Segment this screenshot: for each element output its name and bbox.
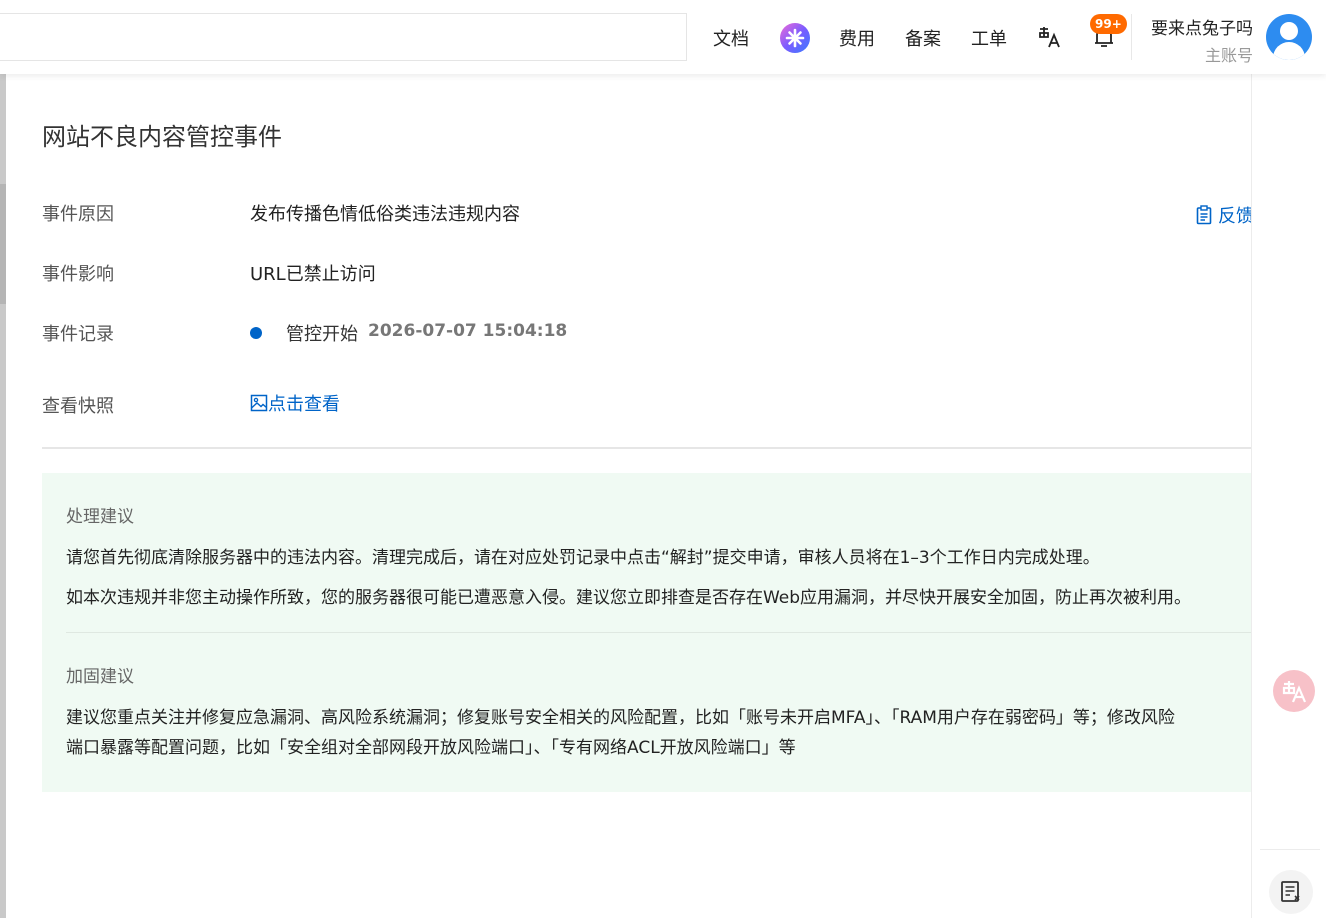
- avatar[interactable]: [1266, 14, 1312, 60]
- handling-advice-paragraph-1: 请您首先彻底清除服务器中的违法内容。清理完成后，请在对应处罚记录中点击“解封”提…: [66, 548, 1100, 568]
- record-event: 管控开始: [286, 324, 358, 345]
- document-list-icon[interactable]: [1269, 870, 1313, 914]
- nav-docs[interactable]: 文档: [713, 25, 749, 51]
- impact-label: 事件影响: [42, 264, 114, 285]
- timeline-dot: [250, 327, 262, 339]
- right-tool-rail: [1251, 74, 1326, 918]
- feedback-label: 反馈: [1218, 206, 1251, 227]
- nav-tickets[interactable]: 工单: [971, 25, 1007, 51]
- rail-divider: [1260, 849, 1320, 850]
- search-input[interactable]: [0, 13, 687, 61]
- handling-advice-paragraph-2: 如本次违规并非您主动操作所致，您的服务器很可能已遭恶意入侵。建议您立即排查是否存…: [66, 588, 1192, 608]
- image-icon: [250, 394, 268, 412]
- hardening-advice-line-1: 建议您重点关注并修复应急漏洞、高风险系统漏洞；修复账号安全相关的风险配置，比如「…: [66, 708, 1175, 728]
- hardening-advice-line-2: 端口暴露等配置问题，比如「安全组对全部网段开放风险端口」、「专有网络ACL开放风…: [66, 738, 796, 758]
- advice-box: 处理建议 请您首先彻底清除服务器中的违法内容。清理完成后，请在对应处罚记录中点击…: [42, 473, 1251, 792]
- header-divider: [1131, 14, 1132, 60]
- nav-icp-filing[interactable]: 备案: [905, 25, 941, 51]
- handling-advice-title: 处理建议: [66, 507, 134, 527]
- clipboard-icon: [1196, 205, 1212, 225]
- event-detail-panel: 网站不良内容管控事件 事件原因 发布传播色情低俗类违法违规内容 反馈 事件影响 …: [6, 74, 1251, 918]
- top-navigation-bar: 文档 费用 备案 工单 99+ 要来点兔子吗 主账号: [0, 0, 1326, 74]
- record-label: 事件记录: [42, 324, 114, 345]
- hardening-advice-title: 加固建议: [66, 667, 134, 687]
- reason-value: 发布传播色情低俗类违法违规内容: [250, 204, 520, 225]
- page-title: 网站不良内容管控事件: [42, 123, 282, 151]
- nav-billing[interactable]: 费用: [839, 25, 875, 51]
- translate-float-icon[interactable]: [1273, 670, 1315, 712]
- reason-label: 事件原因: [42, 204, 114, 225]
- feedback-button[interactable]: 反馈: [1196, 202, 1251, 228]
- view-snapshot-link[interactable]: 点击查看: [250, 390, 340, 416]
- snapshot-label: 查看快照: [42, 396, 114, 417]
- account-name[interactable]: 要来点兔子吗: [1151, 14, 1253, 39]
- advice-divider: [66, 632, 1251, 633]
- language-switch-icon[interactable]: [1037, 24, 1063, 50]
- account-role: 主账号: [1204, 46, 1253, 65]
- section-divider: [42, 447, 1251, 449]
- ai-assistant-icon[interactable]: [780, 23, 810, 53]
- record-timestamp: 2026-07-07 15:04:18: [368, 321, 568, 341]
- impact-value: URL已禁止访问: [250, 264, 376, 285]
- view-snapshot-label: 点击查看: [268, 394, 340, 415]
- notification-count-badge: 99+: [1090, 14, 1127, 34]
